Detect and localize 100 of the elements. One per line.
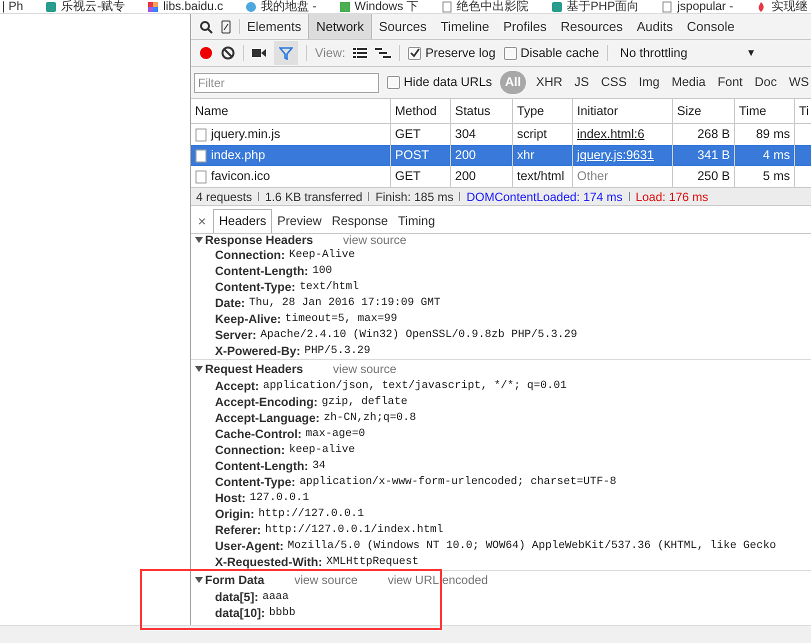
type-filter[interactable]: Font — [716, 73, 745, 92]
dropdown-value: No throttling — [620, 44, 688, 62]
throttling-dropdown[interactable]: No throttling ▼ — [616, 44, 756, 62]
bookmark[interactable]: | Ph — [2, 0, 24, 13]
filter-icon[interactable] — [274, 41, 298, 65]
bookmark[interactable]: libs.baidu.c — [147, 0, 224, 13]
bookmark[interactable]: 我的地盘 - — [245, 0, 317, 13]
type-filter[interactable]: XHR — [534, 73, 564, 92]
waterfall-view-icon[interactable] — [375, 47, 392, 59]
type-filter[interactable]: Img — [636, 73, 662, 92]
bookmark[interactable]: 绝色中出影院 — [440, 0, 529, 13]
filter-field[interactable]: Filter — [194, 72, 379, 92]
column-header[interactable]: Name — [191, 99, 391, 123]
header-value: Thu, 28 Jan 2016 17:19:09 GMT — [249, 296, 440, 311]
file-icon — [195, 128, 207, 142]
checkbox[interactable]: Preserve log — [408, 44, 496, 62]
video-camera-icon[interactable] — [252, 47, 266, 59]
panel-tab[interactable]: Audits — [630, 14, 680, 39]
section-toggle[interactable]: Form Data — [195, 573, 264, 587]
type-filter[interactable]: WS — [786, 73, 811, 92]
section-toggle[interactable]: Response Headers — [195, 232, 314, 246]
column-header[interactable]: Ti — [795, 99, 811, 123]
clear-icon[interactable] — [221, 46, 235, 60]
panel-tab[interactable]: Sources — [372, 14, 434, 39]
record-icon[interactable] — [199, 46, 213, 60]
type-filter[interactable]: JS — [572, 73, 592, 92]
header-value: keep-alive — [289, 442, 356, 458]
status-text: DOMContentLoaded: 174 ms — [466, 188, 623, 206]
header-name: Referer: — [215, 522, 262, 539]
header-value: 34 — [312, 458, 326, 474]
header-name: Keep-Alive: — [215, 311, 282, 328]
list-view-icon[interactable] — [353, 47, 368, 59]
initiator-link[interactable]: index.html:6 — [577, 125, 644, 144]
header-value: Keep-Alive — [289, 248, 356, 263]
cell-text: 268 B — [697, 126, 730, 144]
column-header[interactable]: Status — [451, 99, 513, 123]
bookmark[interactable]: 实现继 — [755, 0, 808, 13]
close-button[interactable]: × — [191, 209, 213, 233]
checkbox[interactable]: Disable cache — [504, 44, 600, 62]
section-toggle[interactable]: Request Headers — [195, 362, 304, 376]
header-value: 100 — [312, 264, 332, 279]
file-name: favicon.ico — [211, 168, 270, 186]
header-value: text/html — [299, 280, 359, 295]
panel-tab[interactable]: Elements — [240, 14, 308, 39]
bookmark[interactable]: 乐视云-赋专 — [45, 0, 126, 13]
disclosure-triangle-icon[interactable] — [195, 365, 203, 373]
table-row[interactable]: index.php POST 200 xhr jquery.js:9631 341 B 4 ms — [191, 145, 811, 166]
detail-tab[interactable]: Response — [326, 209, 394, 233]
panel-tab[interactable]: Console — [680, 14, 742, 39]
type-filter[interactable]: CSS — [599, 73, 629, 92]
type-filter[interactable]: Media — [670, 73, 708, 92]
detail-tab[interactable]: Preview — [272, 209, 327, 233]
view-link[interactable]: view source — [343, 230, 406, 248]
phone-icon[interactable] — [221, 20, 231, 34]
header-value: application/json, text/javascript, */*; q=0.01 — [263, 378, 567, 394]
view-link[interactable]: view URL encoded — [388, 571, 488, 589]
header-value: zh-CN,zh;q=0.8 — [324, 410, 416, 426]
header-value: http://127.0.0.1/index.html — [265, 522, 444, 538]
header-name: Accept-Language: — [215, 410, 320, 427]
panel-tab[interactable]: Resources — [554, 14, 630, 39]
cell-text: GET — [395, 168, 421, 186]
header-value: gzip, deflate — [322, 394, 408, 410]
header-value: aaaa — [262, 590, 289, 605]
column-header[interactable]: Size — [673, 99, 735, 123]
header-value: Mozilla/5.0 (Windows NT 10.0; WOW64) AppleWebKit/537.36 (KHTML, like Gecko — [288, 538, 776, 554]
column-header[interactable]: Initiator — [573, 99, 673, 123]
cell-text: 341 B — [697, 147, 730, 164]
header-value: http://127.0.0.1 — [258, 506, 364, 522]
cell-text: GET — [395, 126, 421, 144]
view-link[interactable]: view source — [333, 360, 396, 378]
panel-tab[interactable]: Network — [308, 14, 372, 39]
bookmark[interactable]: jspopular - — [661, 0, 734, 13]
header-name: Connection: — [215, 442, 285, 459]
view-link[interactable]: view source — [294, 571, 358, 589]
status-text: 4 requests — [196, 188, 252, 206]
file-name: index.php — [211, 147, 266, 164]
column-header[interactable]: Method — [391, 99, 451, 123]
detail-tab[interactable]: Headers — [213, 209, 272, 233]
header-name: Cache-Control: — [215, 426, 302, 443]
bookmark[interactable]: 基于PHP面向 — [550, 0, 640, 13]
header-name: Content-Length: — [215, 263, 308, 280]
disclosure-triangle-icon[interactable] — [195, 236, 203, 244]
type-filter[interactable]: Doc — [752, 73, 779, 92]
header-value: Apache/2.4.10 (Win32) OpenSSL/0.9.8zb PHP/5.3.29 — [260, 328, 578, 343]
initiator-link[interactable]: jquery.js:9631 — [577, 146, 654, 165]
header-name: Server: — [215, 327, 256, 344]
bookmark[interactable]: Windows 下 — [338, 0, 419, 13]
panel-tab[interactable]: Profiles — [496, 14, 554, 39]
detail-tab[interactable]: Timing — [393, 209, 440, 233]
file-name: jquery.min.js — [211, 126, 280, 144]
checkbox[interactable]: Hide data URLs — [386, 73, 492, 92]
cell-text: 304 — [455, 126, 476, 144]
cell-text: text/html — [517, 168, 564, 186]
column-header[interactable]: Time — [735, 99, 795, 123]
search-icon[interactable] — [199, 20, 213, 34]
header-name: Content-Length: — [215, 458, 308, 475]
header-name: Host: — [215, 490, 246, 507]
column-header[interactable]: Type — [513, 99, 573, 123]
disclosure-triangle-icon[interactable] — [195, 576, 203, 584]
panel-tab[interactable]: Timeline — [434, 14, 496, 39]
